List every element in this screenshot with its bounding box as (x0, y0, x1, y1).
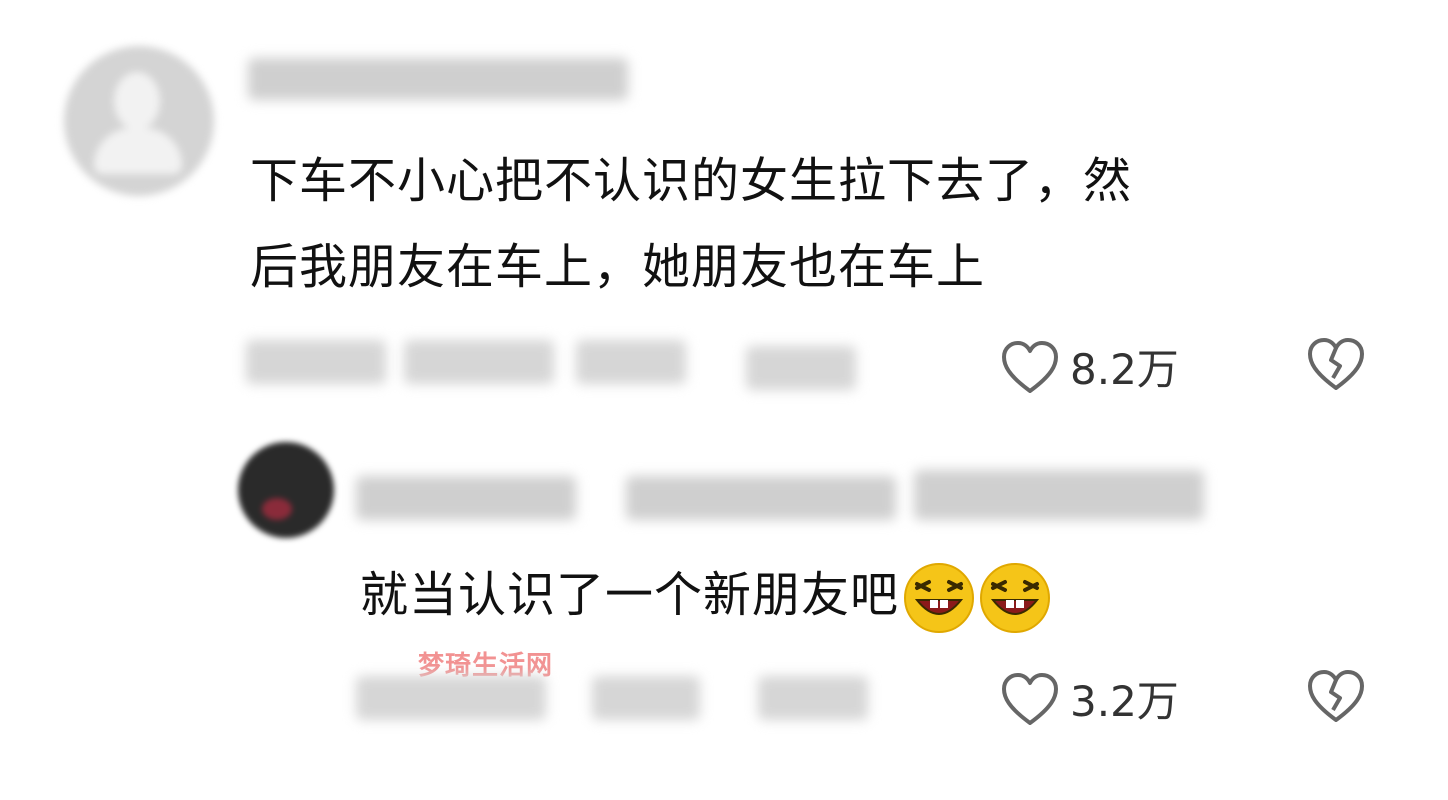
reply-meta-blurred (356, 676, 546, 720)
laughing-face-emoji (904, 563, 975, 633)
like-count: 8.2万 (1070, 345, 1179, 394)
broken-heart-icon (1308, 670, 1364, 722)
reply-user-avatar[interactable] (238, 442, 334, 538)
reply-meta-blurred (592, 676, 700, 720)
user-avatar[interactable] (64, 46, 214, 196)
heart-outline-icon (1002, 672, 1058, 725)
like-button[interactable]: 8.2万 (1000, 336, 1179, 397)
comment-thread: 下车不小心把不认识的女生拉下去了，然 后我朋友在车上，她朋友也在车上 8.2万 … (0, 0, 1448, 800)
reply-button-blurred[interactable] (758, 676, 868, 720)
like-button[interactable]: 3.2万 (1000, 668, 1179, 729)
like-count: 3.2万 (1070, 677, 1179, 726)
comment-text-line-2: 后我朋友在车上，她朋友也在车上 (250, 239, 986, 295)
reply-text-content: 就当认识了一个新朋友吧 (360, 567, 900, 623)
comment-text-line-1: 下车不小心把不认识的女生拉下去了，然 (250, 153, 1133, 209)
dislike-button[interactable] (1306, 336, 1366, 396)
broken-heart-icon (1308, 338, 1364, 390)
reply-button-blurred[interactable] (576, 340, 686, 384)
reply-target-blurred[interactable] (914, 470, 1204, 520)
reply-username-blurred[interactable] (356, 476, 576, 520)
heart-outline-icon (1002, 340, 1058, 393)
comment-meta-blurred (246, 340, 386, 384)
laughing-face-emoji (980, 563, 1051, 633)
reply-button-blurred[interactable] (746, 346, 856, 390)
username-blurred[interactable] (248, 58, 628, 100)
comment-meta-blurred (404, 340, 554, 384)
dislike-button[interactable] (1306, 668, 1366, 728)
reply-target-blurred[interactable] (626, 476, 896, 520)
reply-text: 就当认识了一个新朋友吧 (360, 562, 1051, 634)
